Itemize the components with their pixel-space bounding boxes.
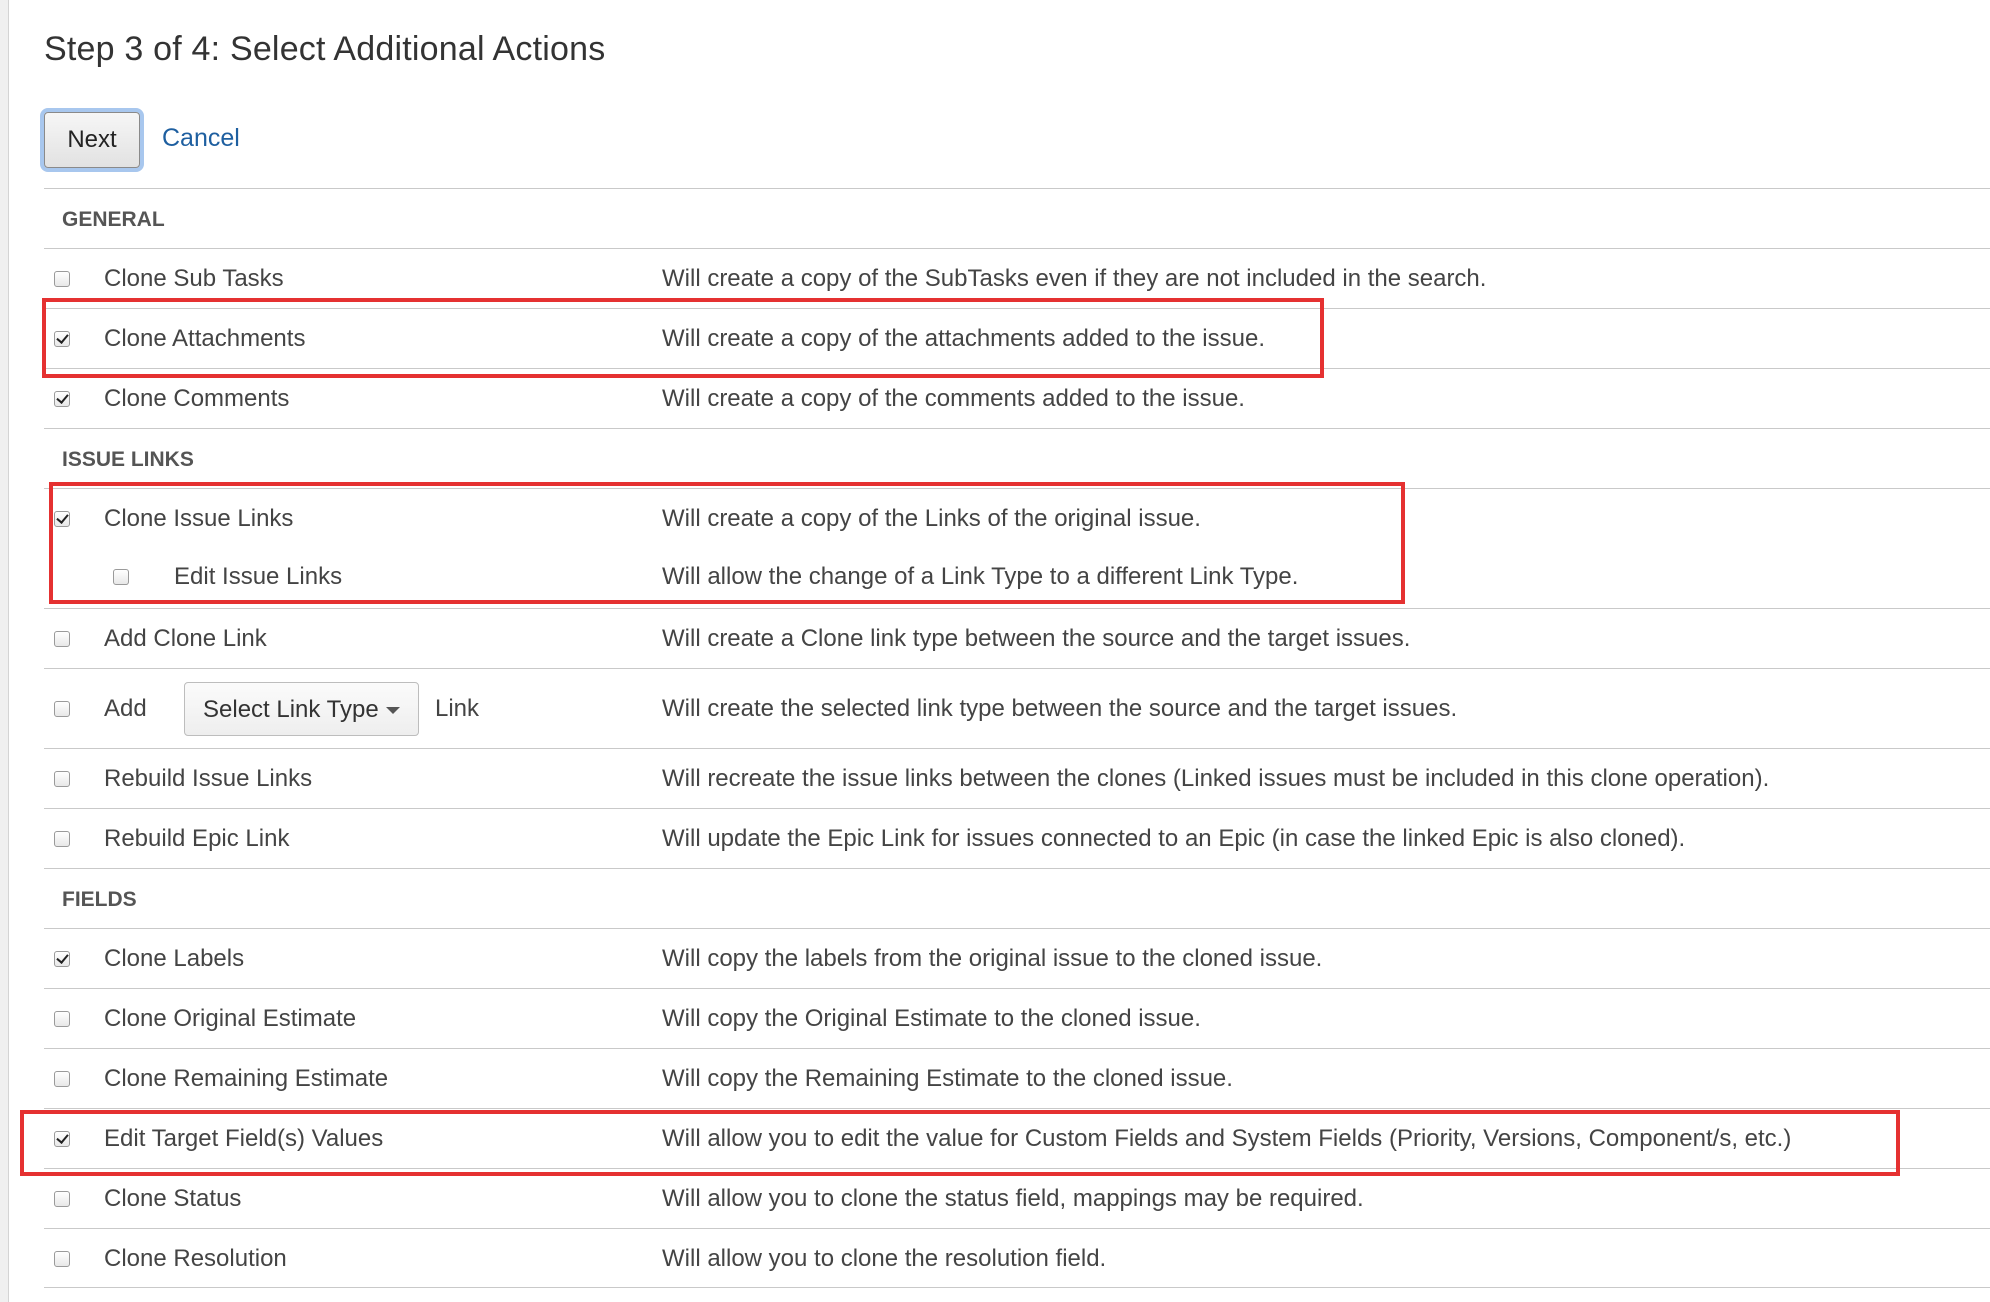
clone-sub-tasks-label: Clone Sub Tasks xyxy=(104,265,284,292)
rebuild-epic-link-checkbox[interactable] xyxy=(54,831,70,847)
chevron-down-icon xyxy=(386,707,400,714)
section-label-general: GENERAL xyxy=(62,208,165,231)
clone-issue-links-label: Clone Issue Links xyxy=(104,505,294,532)
option-row-clone-remaining-estimate: Clone Remaining Estimate Will copy the R… xyxy=(44,1048,1990,1108)
option-row-clone-issue-links: Clone Issue Links Will create a copy of … xyxy=(44,488,1990,608)
clone-sub-tasks-description: Will create a copy of the SubTasks even … xyxy=(662,265,1487,292)
clone-labels-label: Clone Labels xyxy=(104,945,245,972)
clone-remaining-estimate-label: Clone Remaining Estimate xyxy=(104,1065,389,1092)
clone-resolution-label: Clone Resolution xyxy=(104,1245,287,1272)
clone-resolution-description: Will allow you to clone the resolution f… xyxy=(662,1245,1107,1272)
option-row-clone-resolution: Clone Resolution Will allow you to clone… xyxy=(44,1228,1990,1288)
rebuild-epic-link-description: Will update the Epic Link for issues con… xyxy=(662,825,1686,852)
add-link-description: Will create the selected link type betwe… xyxy=(662,695,1458,722)
option-row-clone-sub-tasks: Clone Sub Tasks Will create a copy of th… xyxy=(44,248,1990,308)
add-link-checkbox[interactable] xyxy=(54,701,70,717)
clone-status-description: Will allow you to clone the status field… xyxy=(662,1185,1364,1212)
section-label-fields: FIELDS xyxy=(62,888,137,911)
link-type-select-value: Select Link Type xyxy=(203,696,379,723)
edit-issue-links-label: Edit Issue Links xyxy=(174,563,343,590)
add-clone-link-description: Will create a Clone link type between th… xyxy=(662,625,1411,652)
rebuild-epic-link-label: Rebuild Epic Link xyxy=(104,825,290,852)
clone-remaining-estimate-description: Will copy the Remaining Estimate to the … xyxy=(662,1065,1233,1092)
option-row-clone-status: Clone Status Will allow you to clone the… xyxy=(44,1168,1990,1228)
rebuild-issue-links-checkbox[interactable] xyxy=(54,771,70,787)
section-label-issue-links: ISSUE LINKS xyxy=(62,448,194,471)
edit-target-field-values-checkbox[interactable] xyxy=(54,1131,70,1147)
rebuild-issue-links-label: Rebuild Issue Links xyxy=(104,765,313,792)
clone-labels-checkbox[interactable] xyxy=(54,951,70,967)
clone-attachments-checkbox[interactable] xyxy=(54,331,70,347)
clone-attachments-label: Clone Attachments xyxy=(104,325,306,352)
option-row-clone-comments: Clone Comments Will create a copy of the… xyxy=(44,368,1990,428)
left-border xyxy=(0,0,9,1302)
section-issue-links: ISSUE LINKS xyxy=(44,428,1990,488)
edit-target-field-values-description: Will allow you to edit the value for Cus… xyxy=(662,1125,1792,1152)
option-row-clone-labels: Clone Labels Will copy the labels from t… xyxy=(44,928,1990,988)
clone-resolution-checkbox[interactable] xyxy=(54,1251,70,1267)
cancel-link[interactable]: Cancel xyxy=(162,124,240,153)
edit-issue-links-checkbox[interactable] xyxy=(113,569,129,585)
next-button[interactable]: Next xyxy=(44,112,140,168)
clone-issue-links-checkbox[interactable] xyxy=(54,511,70,527)
option-row-clone-attachments: Clone Attachments Will create a copy of … xyxy=(44,308,1990,368)
clone-labels-description: Will copy the labels from the original i… xyxy=(662,945,1323,972)
option-row-edit-target-field-values: Edit Target Field(s) Values Will allow y… xyxy=(44,1108,1990,1168)
edit-issue-links-description: Will allow the change of a Link Type to … xyxy=(662,563,1299,590)
option-row-add-link: Add Select Link Type Link Will create th… xyxy=(44,668,1990,748)
clone-status-label: Clone Status xyxy=(104,1185,242,1212)
clone-status-checkbox[interactable] xyxy=(54,1191,70,1207)
actions-table: GENERAL Clone Sub Tasks Will create a co… xyxy=(44,188,1990,1288)
clone-comments-checkbox[interactable] xyxy=(54,391,70,407)
clone-attachments-description: Will create a copy of the attachments ad… xyxy=(662,325,1265,352)
rebuild-issue-links-description: Will recreate the issue links between th… xyxy=(662,765,1770,792)
clone-original-estimate-checkbox[interactable] xyxy=(54,1011,70,1027)
section-general: GENERAL xyxy=(44,188,1990,248)
clone-remaining-estimate-checkbox[interactable] xyxy=(54,1071,70,1087)
clone-issue-links-description: Will create a copy of the Links of the o… xyxy=(662,505,1201,532)
clone-comments-label: Clone Comments xyxy=(104,385,290,412)
add-clone-link-checkbox[interactable] xyxy=(54,631,70,647)
add-clone-link-label: Add Clone Link xyxy=(104,625,267,652)
option-row-rebuild-issue-links: Rebuild Issue Links Will recreate the is… xyxy=(44,748,1990,808)
section-fields: FIELDS xyxy=(44,868,1990,928)
edit-target-field-values-label: Edit Target Field(s) Values xyxy=(104,1125,384,1152)
page-title: Step 3 of 4: Select Additional Actions xyxy=(44,30,606,68)
clone-original-estimate-description: Will copy the Original Estimate to the c… xyxy=(662,1005,1201,1032)
clone-original-estimate-label: Clone Original Estimate xyxy=(104,1005,357,1032)
option-row-clone-original-estimate: Clone Original Estimate Will copy the Or… xyxy=(44,988,1990,1048)
add-link-suffix: Link xyxy=(435,695,480,722)
add-link-prefix: Add xyxy=(104,695,147,722)
link-type-select[interactable]: Select Link Type xyxy=(184,682,419,736)
option-row-rebuild-epic-link: Rebuild Epic Link Will update the Epic L… xyxy=(44,808,1990,868)
clone-comments-description: Will create a copy of the comments added… xyxy=(662,385,1245,412)
option-row-add-clone-link: Add Clone Link Will create a Clone link … xyxy=(44,608,1990,668)
clone-sub-tasks-checkbox[interactable] xyxy=(54,271,70,287)
